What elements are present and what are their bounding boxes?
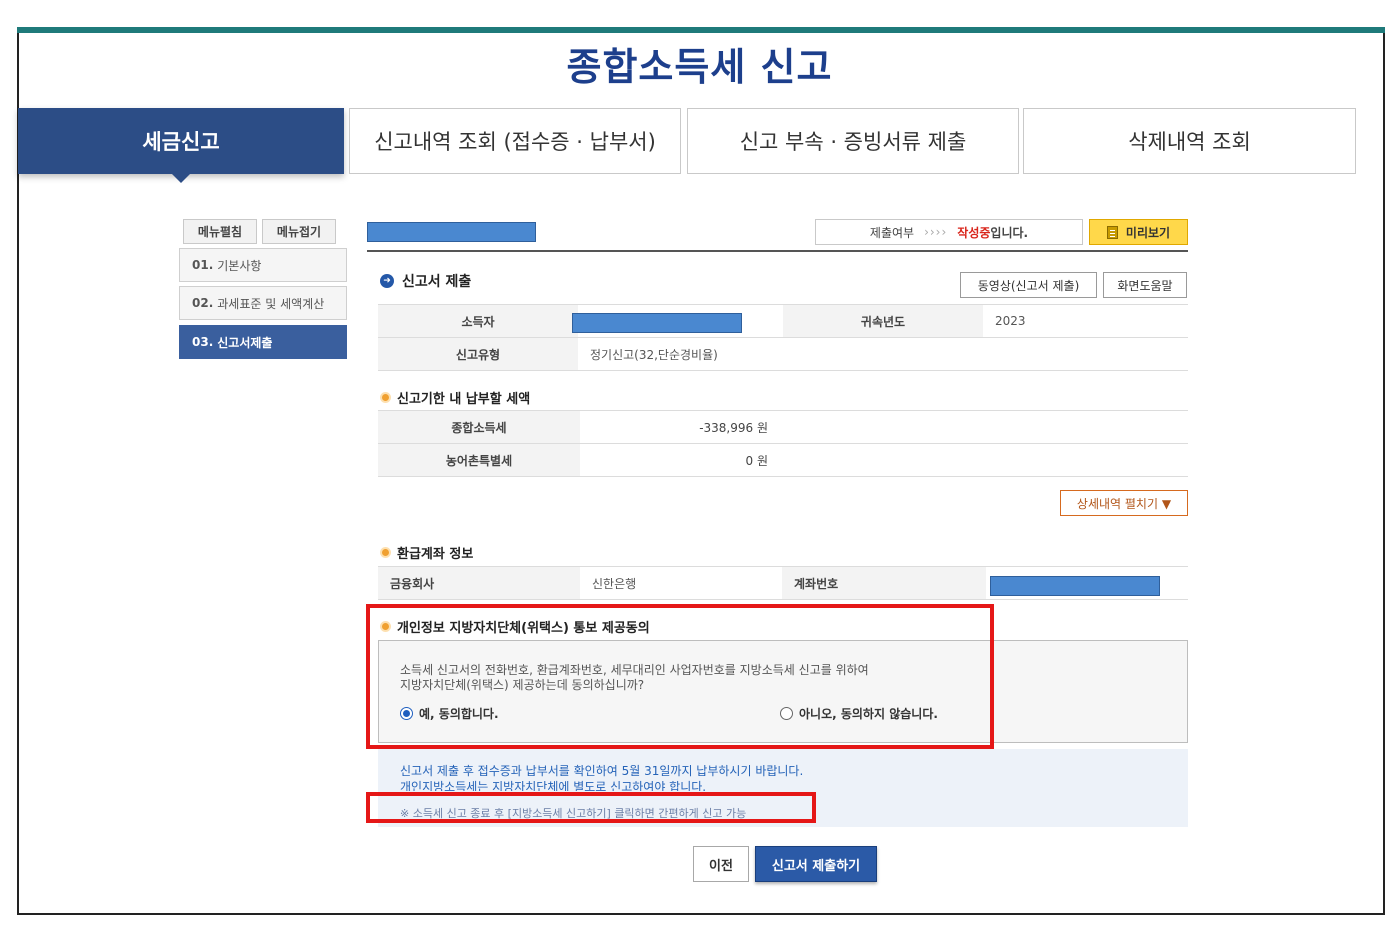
refund-table: 금융회사 신한은행 계좌번호 — [378, 566, 1188, 600]
sidebar-item-number: 01. — [192, 258, 214, 272]
year-label: 귀속년도 — [783, 304, 983, 338]
bank-label: 금융회사 — [378, 566, 580, 600]
status-arrows: ›››› — [924, 225, 948, 239]
table-row: 금융회사 신한은행 계좌번호 — [378, 566, 1188, 600]
table-row: 소득자 귀속년도 2023 — [378, 304, 1188, 338]
menu-expand-button[interactable]: 메뉴펼침 — [183, 219, 257, 244]
arrow-right-icon: ➜ — [380, 274, 394, 288]
income-tax-label: 종합소득세 — [378, 410, 580, 444]
tab-attachments[interactable]: 신고 부속 · 증빙서류 제출 — [687, 108, 1019, 174]
year-value: 2023 — [983, 304, 1188, 338]
sidebar-item-label: 과세표준 및 세액계산 — [217, 296, 325, 311]
redacted-account — [990, 576, 1160, 596]
bank-value: 신한은행 — [580, 566, 782, 600]
submit-return-button[interactable]: 신고서 제출하기 — [755, 846, 877, 882]
sidebar-item-basic[interactable]: 01. 기본사항 — [179, 248, 347, 282]
highlight-notice-box — [366, 792, 816, 823]
account-label: 계좌번호 — [782, 566, 986, 600]
rural-tax-label: 농어촌특별세 — [378, 443, 580, 477]
table-row: 종합소득세 -338,996 원 — [378, 410, 1188, 444]
menu-collapse-button[interactable]: 메뉴접기 — [262, 219, 336, 244]
redacted-taxpayer — [572, 313, 742, 333]
sidebar-item-tax-calc[interactable]: 02. 과세표준 및 세액계산 — [179, 286, 347, 320]
tab-filing-history[interactable]: 신고내역 조회 (접수증 · 납부서) — [349, 108, 681, 174]
screen-help-button[interactable]: 화면도움말 — [1103, 272, 1187, 298]
bullet-icon — [380, 392, 391, 403]
page-title: 종합소득세 신고 — [566, 45, 833, 89]
video-guide-button[interactable]: 동영상(신고서 제출) — [960, 272, 1097, 298]
tab-tax-filing[interactable]: 세금신고 — [18, 108, 344, 183]
status-suffix: 입니다. — [990, 225, 1029, 240]
top-accent-bar — [17, 27, 1385, 33]
table-row: 신고유형 정기신고(32,단순경비율) — [378, 337, 1188, 371]
notice-line-2: 개인지방소득세는 지방자치단체에 별도로 신고하여야 합니다. — [400, 780, 707, 791]
taxpayer-info-table: 소득자 귀속년도 2023 신고유형 정기신고(32,단순경비율) — [378, 304, 1188, 371]
preview-button[interactable]: 미리보기 — [1089, 219, 1188, 245]
income-tax-value: -338,996 원 — [580, 410, 1188, 444]
status-label: 제출여부 — [869, 225, 915, 240]
submission-status: 제출여부 ›››› 작성중입니다. — [815, 219, 1083, 245]
account-value — [986, 566, 1188, 600]
highlight-consent-box — [366, 604, 994, 749]
redacted-name-bar — [367, 222, 536, 242]
notice-line-1: 신고서 제출 후 접수증과 납부서를 확인하여 5월 31일까지 납부하시기 바… — [400, 764, 804, 778]
sidebar-item-number: 03. — [192, 335, 214, 349]
refund-title: 환급계좌 정보 — [380, 543, 473, 562]
type-label: 신고유형 — [378, 337, 578, 371]
payment-table: 종합소득세 -338,996 원 농어촌특별세 0 원 — [378, 410, 1188, 477]
sidebar-item-submit[interactable]: 03. 신고서제출 — [179, 325, 347, 359]
bullet-icon — [380, 547, 391, 558]
sidebar-item-label: 신고서제출 — [217, 335, 273, 350]
payment-title-text: 신고기한 내 납부할 세액 — [397, 392, 531, 407]
type-value: 정기신고(32,단순경비율) — [578, 337, 1188, 371]
tab-deleted-history[interactable]: 삭제내역 조회 — [1023, 108, 1356, 174]
table-row: 농어촌특별세 0 원 — [378, 443, 1188, 477]
payment-title: 신고기한 내 납부할 세액 — [380, 388, 530, 407]
preview-label: 미리보기 — [1125, 225, 1171, 240]
document-icon — [1106, 225, 1118, 239]
expand-details-button[interactable]: 상세내역 펼치기 ▼ — [1060, 490, 1188, 516]
sidebar-item-number: 02. — [192, 296, 214, 310]
rural-tax-value: 0 원 — [580, 443, 1188, 477]
section-title-text: 신고서 제출 — [402, 274, 472, 290]
taxpayer-value — [572, 304, 783, 338]
header-divider — [367, 250, 1188, 252]
sidebar-item-label: 기본사항 — [217, 258, 262, 273]
taxpayer-label: 소득자 — [378, 304, 578, 338]
refund-title-text: 환급계좌 정보 — [397, 547, 474, 562]
section-title: ➜ 신고서 제출 — [380, 271, 471, 291]
status-state: 작성중 — [957, 225, 991, 240]
prev-button[interactable]: 이전 — [693, 846, 749, 882]
